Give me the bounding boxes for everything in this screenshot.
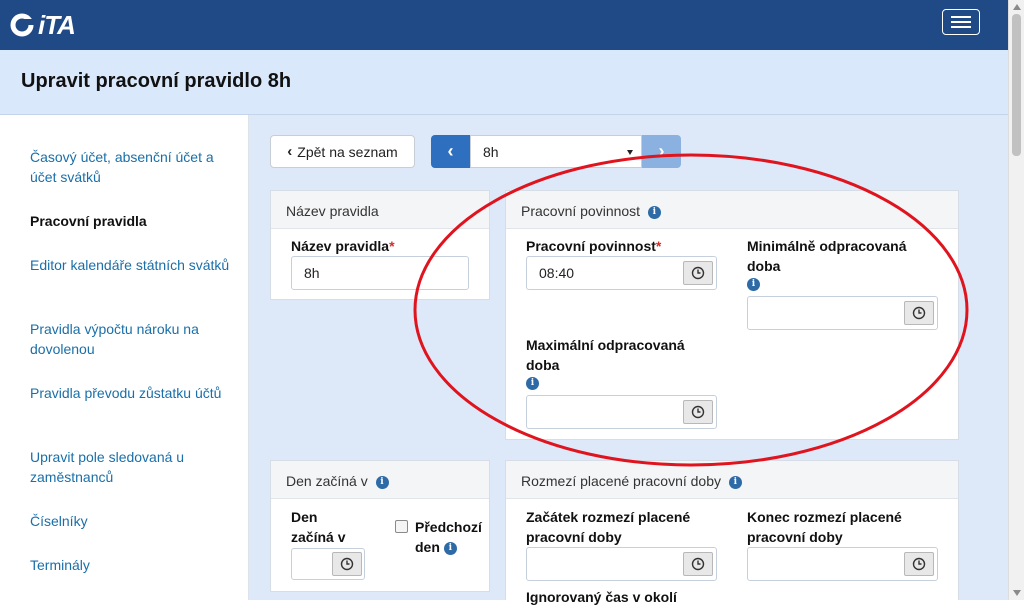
sidebar-item-vacation-rules[interactable]: Pravidla výpočtu nároku na dovolenou bbox=[30, 319, 230, 359]
paid-range-start-input[interactable] bbox=[526, 547, 717, 581]
hamburger-icon-bar bbox=[951, 26, 971, 28]
max-worked-label: Maximální odpracovaná bbox=[526, 337, 685, 353]
max-worked-input[interactable] bbox=[526, 395, 717, 429]
back-to-list-button[interactable]: ‹ Zpět na seznam bbox=[270, 135, 415, 168]
paid-range-panel-title-wrap: Rozmezí placené pracovní doby i bbox=[521, 473, 742, 489]
logo-clock-icon bbox=[10, 13, 36, 37]
info-icon[interactable]: i bbox=[747, 278, 760, 291]
paid-range-end-label: Konec rozmezí placené bbox=[747, 509, 902, 525]
clock-button[interactable] bbox=[904, 301, 934, 325]
clock-button[interactable] bbox=[683, 261, 713, 285]
info-icon[interactable]: i bbox=[728, 475, 742, 489]
previous-rule-button[interactable]: ‹ bbox=[431, 135, 470, 168]
day-start-panel-header: Den začíná v i bbox=[271, 461, 489, 499]
hamburger-menu-button[interactable] bbox=[942, 9, 980, 35]
clock-icon bbox=[912, 557, 926, 571]
sidebar-item-holiday-calendar[interactable]: Editor kalendáře státních svátků bbox=[30, 255, 230, 275]
work-obligation-panel-title: Pracovní povinnost bbox=[521, 203, 641, 219]
sidebar-item-employee-fields[interactable]: Upravit pole sledovaná u zaměstnanců bbox=[30, 447, 230, 487]
info-icon[interactable]: i bbox=[443, 541, 457, 555]
rule-select[interactable]: 8h bbox=[470, 135, 642, 168]
min-worked-label-2: doba bbox=[747, 258, 781, 274]
scroll-down-arrow-icon[interactable] bbox=[1013, 590, 1021, 596]
logo-text: iTA bbox=[38, 9, 76, 40]
work-obligation-label: Pracovní povinnost* bbox=[526, 236, 661, 256]
day-start-input[interactable] bbox=[291, 548, 365, 580]
min-worked-label: Minimálně odpracovaná bbox=[747, 238, 907, 254]
info-icon[interactable]: i bbox=[375, 475, 389, 489]
sidebar-item-time-account[interactable]: Časový účet, absenční účet a účet svátků bbox=[30, 147, 230, 187]
rule-name-panel-title: Název pravidla bbox=[286, 203, 379, 219]
work-obligation-label-text: Pracovní povinnost bbox=[526, 238, 656, 254]
chevron-left-icon: ‹ bbox=[287, 143, 293, 160]
clock-button[interactable] bbox=[683, 400, 713, 424]
scrollbar-thumb[interactable] bbox=[1012, 14, 1021, 156]
back-to-list-label: Zpět na seznam bbox=[297, 143, 398, 160]
info-icon[interactable]: i bbox=[526, 377, 539, 390]
ignored-time-label: Ignorovaný čas v okolí bbox=[526, 589, 677, 605]
chevron-left-icon: ‹ bbox=[447, 141, 454, 161]
work-obligation-panel-title-wrap: Pracovní povinnost i bbox=[521, 203, 661, 219]
ita-logo[interactable]: iTA bbox=[10, 9, 76, 40]
rule-name-panel-header: Název pravidla bbox=[271, 191, 489, 229]
work-obligation-input[interactable]: 08:40 bbox=[526, 256, 717, 290]
page-scrollbar[interactable] bbox=[1008, 0, 1024, 600]
previous-day-checkbox[interactable] bbox=[395, 520, 408, 533]
clock-icon bbox=[691, 266, 705, 280]
day-start-panel-title-wrap: Den začíná v i bbox=[286, 473, 389, 489]
clock-icon bbox=[691, 557, 705, 571]
paid-range-start-label: Začátek rozmezí placené bbox=[526, 509, 691, 525]
rule-name-input[interactable]: 8h bbox=[291, 256, 469, 290]
paid-range-end-input[interactable] bbox=[747, 547, 938, 581]
clock-icon bbox=[691, 405, 705, 419]
rule-name-label-text: Název pravidla bbox=[291, 238, 390, 254]
day-start-label: Den bbox=[291, 509, 318, 525]
max-worked-label-2: doba bbox=[526, 357, 560, 373]
rule-name-label: Název pravidla* bbox=[291, 236, 395, 256]
previous-day-label: Předchozí bbox=[415, 519, 482, 535]
caret-down-icon bbox=[627, 150, 633, 155]
sidebar-item-codelists[interactable]: Číselníky bbox=[30, 511, 230, 531]
paid-range-end-label-2: pracovní doby bbox=[747, 529, 843, 545]
previous-day-label-2: den i bbox=[415, 537, 457, 557]
min-worked-input[interactable] bbox=[747, 296, 938, 330]
paid-range-panel-title: Rozmezí placené pracovní doby bbox=[521, 473, 721, 489]
top-navbar: iTA bbox=[0, 0, 1008, 50]
clock-button[interactable] bbox=[332, 552, 362, 576]
next-rule-button[interactable]: › bbox=[642, 135, 681, 168]
clock-button[interactable] bbox=[683, 552, 713, 576]
clock-icon bbox=[912, 306, 926, 320]
info-icon[interactable]: i bbox=[647, 205, 661, 219]
day-start-label-2: začíná v bbox=[291, 529, 346, 545]
clock-button[interactable] bbox=[904, 552, 934, 576]
day-start-panel-title: Den začíná v bbox=[286, 473, 368, 489]
sidebar-item-work-rules[interactable]: Pracovní pravidla bbox=[30, 211, 230, 231]
page-title-bar: Upravit pracovní pravidlo 8h bbox=[0, 50, 1008, 115]
required-mark: * bbox=[655, 238, 662, 254]
sidebar-item-balance-transfer[interactable]: Pravidla převodu zůstatku účtů bbox=[30, 383, 230, 403]
rule-select-value: 8h bbox=[483, 144, 499, 160]
paid-range-start-label-2: pracovní doby bbox=[526, 529, 622, 545]
previous-day-label-2-text: den bbox=[415, 539, 440, 555]
paid-range-panel-header: Rozmezí placené pracovní doby i bbox=[506, 461, 958, 499]
scroll-up-arrow-icon[interactable] bbox=[1013, 4, 1021, 10]
hamburger-icon-bar bbox=[951, 21, 971, 23]
work-obligation-value: 08:40 bbox=[539, 265, 575, 281]
sidebar-item-terminals[interactable]: Terminály bbox=[30, 555, 230, 575]
required-mark: * bbox=[389, 238, 395, 254]
clock-icon bbox=[340, 557, 354, 571]
rule-name-value: 8h bbox=[304, 265, 320, 281]
chevron-right-icon: › bbox=[658, 141, 665, 161]
hamburger-icon bbox=[951, 16, 971, 18]
page-title: Upravit pracovní pravidlo 8h bbox=[21, 70, 292, 92]
work-obligation-panel-header: Pracovní povinnost i bbox=[506, 191, 958, 229]
